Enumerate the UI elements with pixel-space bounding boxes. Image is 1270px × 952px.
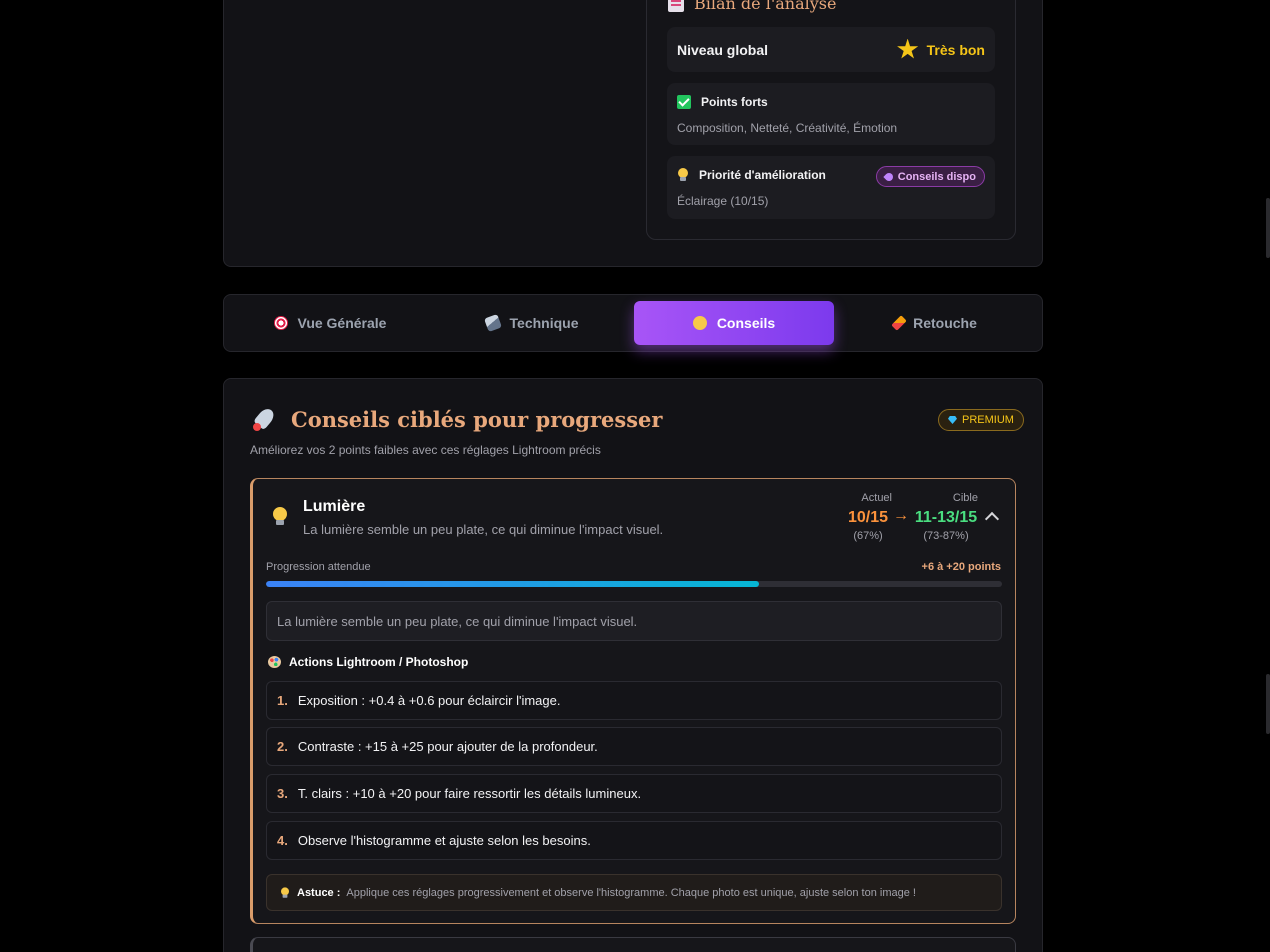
score-actuel: Actuel 10/15 (67%) xyxy=(844,492,892,542)
premium-badge: PREMIUM xyxy=(938,409,1024,431)
priorite-value: Éclairage (10/15) xyxy=(677,194,769,208)
niveau-value-text: Très bon xyxy=(926,41,985,58)
astuce-box: Astuce : Applique ces réglages progressi… xyxy=(266,874,1002,911)
bulb-icon xyxy=(280,886,290,898)
scrollbar-thumb[interactable] xyxy=(1266,198,1270,258)
cible-label: Cible xyxy=(952,492,978,504)
brush-icon xyxy=(891,315,907,331)
niveau-value: Très bon xyxy=(897,38,985,61)
tab-bar: Vue Générale Technique Conseils Retouche xyxy=(223,294,1043,352)
bilan-title: Bilan de l'analyse xyxy=(668,0,836,13)
tab-label: Conseils xyxy=(716,315,776,331)
conseils-dispo-badge[interactable]: Conseils dispo xyxy=(875,166,985,187)
arrow-right-icon: → xyxy=(893,507,909,524)
points-forts-value: Composition, Netteté, Créativité, Émotio… xyxy=(677,121,898,135)
premium-label: PREMIUM xyxy=(962,414,1014,426)
target-icon xyxy=(273,316,288,330)
niveau-label: Niveau global xyxy=(677,41,769,58)
microscope-icon xyxy=(483,314,502,332)
points-forts-card: Points forts Composition, Netteté, Créat… xyxy=(667,83,995,145)
card-description: La lumière semble un peu plate, ce qui d… xyxy=(303,522,664,537)
document-icon xyxy=(668,0,684,12)
palette-icon xyxy=(268,656,281,668)
tab-label: Vue Générale xyxy=(297,315,387,331)
step-number: 1. xyxy=(277,693,288,708)
bulb-icon xyxy=(677,168,689,182)
bulb-icon xyxy=(692,316,707,330)
conseils-dispo-label: Conseils dispo xyxy=(897,170,976,183)
conseils-header: Conseils ciblés pour progresser xyxy=(253,407,662,432)
rocket-icon xyxy=(883,170,895,183)
bilan-title-text: Bilan de l'analyse xyxy=(694,0,837,13)
astuce-label: Astuce : xyxy=(297,886,341,899)
niveau-global-row: Niveau global Très bon xyxy=(667,27,995,72)
step-text: Observe l'histogramme et ajuste selon le… xyxy=(297,833,591,848)
step-number: 2. xyxy=(277,739,288,754)
progress-bar xyxy=(266,581,1002,587)
conseils-title: Conseils ciblés pour progresser xyxy=(291,407,663,432)
tab-label: Technique xyxy=(509,315,579,331)
next-advice-card[interactable] xyxy=(250,937,1016,952)
action-step: 3. T. clairs : +10 à +20 pour faire ress… xyxy=(266,774,1002,813)
star-icon xyxy=(897,38,919,59)
actuel-pct: (67%) xyxy=(853,530,883,542)
tab-conseils[interactable]: Conseils xyxy=(634,301,834,345)
cible-pct: (73-87%) xyxy=(923,530,969,542)
progression-points: +6 à +20 points xyxy=(921,561,1001,573)
actions-header: Actions Lightroom / Photoshop xyxy=(268,655,468,669)
progress-fill xyxy=(266,581,760,587)
scrollbar-thumb[interactable] xyxy=(1266,674,1270,734)
card-note: La lumière semble un peu plate, ce qui d… xyxy=(266,601,1002,641)
actuel-label: Actuel xyxy=(861,492,892,504)
cible-value: 11-13/15 xyxy=(914,509,978,526)
tab-technique[interactable]: Technique xyxy=(432,301,632,345)
action-step: 4. Observe l'histogramme et ajuste selon… xyxy=(266,821,1002,860)
conseils-subtitle: Améliorez vos 2 points faibles avec ces … xyxy=(250,443,601,457)
gem-icon xyxy=(948,416,957,424)
step-text: Contraste : +15 à +25 pour ajouter de la… xyxy=(297,739,598,754)
step-number: 3. xyxy=(277,786,288,801)
step-text: Exposition : +0.4 à +0.6 pour éclaircir … xyxy=(297,693,561,708)
action-step: 2. Contraste : +15 à +25 pour ajouter de… xyxy=(266,727,1002,766)
rocket-icon xyxy=(253,408,277,432)
priorite-card: Priorité d'amélioration Éclairage (10/15… xyxy=(667,156,995,219)
bulb-icon xyxy=(272,507,288,527)
action-step: 1. Exposition : +0.4 à +0.6 pour éclairc… xyxy=(266,681,1002,720)
points-forts-label: Points forts xyxy=(701,95,768,109)
actuel-value: 10/15 xyxy=(847,509,889,526)
actions-title: Actions Lightroom / Photoshop xyxy=(289,655,469,669)
tab-retouche[interactable]: Retouche xyxy=(836,301,1036,345)
step-number: 4. xyxy=(277,833,288,848)
tab-vue-generale[interactable]: Vue Générale xyxy=(230,301,430,345)
step-text: T. clairs : +10 à +20 pour faire ressort… xyxy=(297,786,642,801)
priorite-label: Priorité d'amélioration xyxy=(699,168,826,182)
progression-label: Progression attendue xyxy=(266,561,371,573)
score-cible: Cible 11-13/15 (73-87%) xyxy=(914,492,978,542)
tab-label: Retouche xyxy=(913,315,977,331)
astuce-text: Applique ces réglages progressivement et… xyxy=(346,886,916,899)
check-icon xyxy=(677,95,691,109)
card-title: Lumière xyxy=(303,498,366,515)
